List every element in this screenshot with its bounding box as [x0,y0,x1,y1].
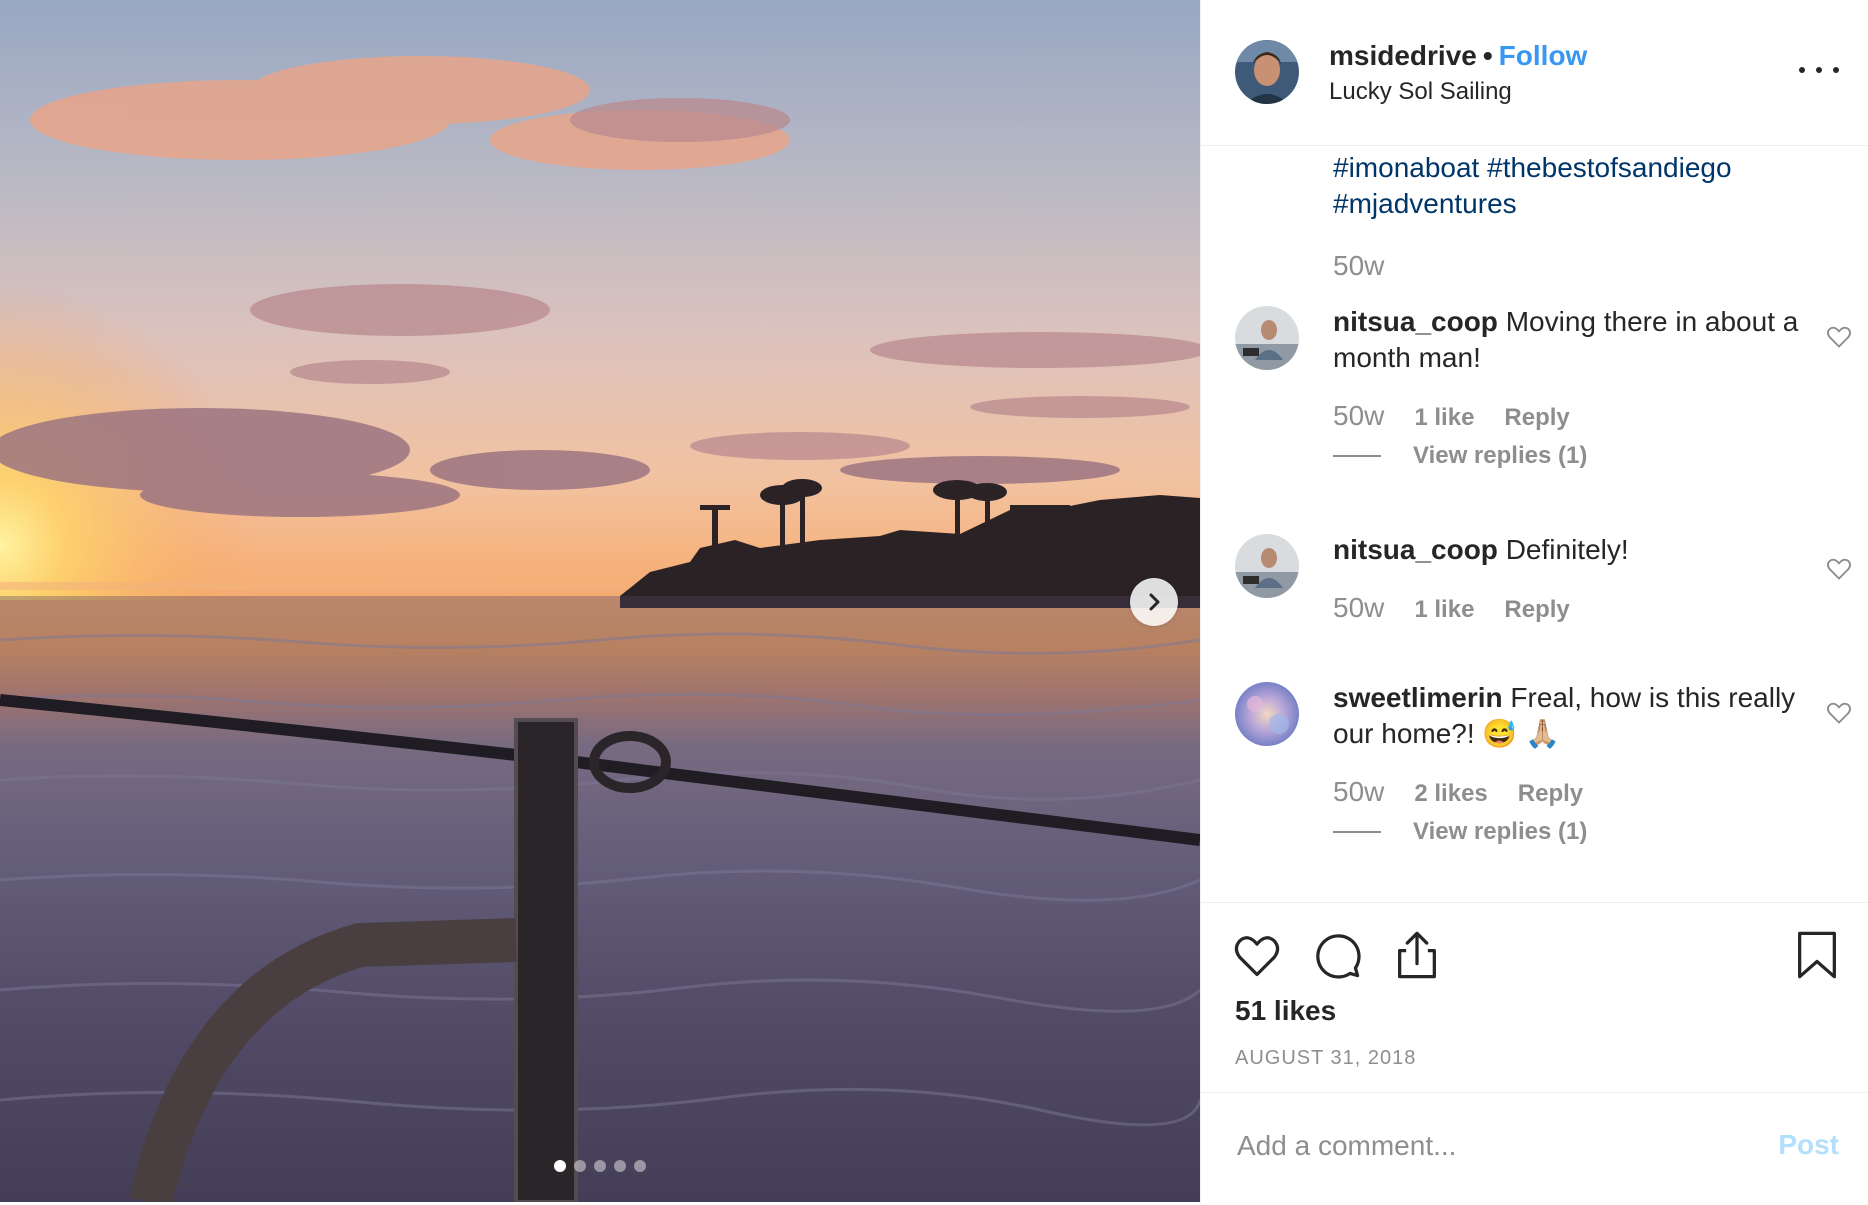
author-line: msidedrive • Follow [1329,40,1587,72]
follow-button[interactable]: Follow [1499,40,1588,71]
hashtag-link[interactable]: #thebestofsandiego [1487,152,1731,183]
comment-username[interactable]: nitsua_coop [1333,534,1498,565]
carousel-dot [634,1160,646,1172]
carousel-dot [594,1160,606,1172]
post-comment-button[interactable]: Post [1778,1129,1839,1161]
post-header: msidedrive • Follow Lucky Sol Sailing [1201,0,1868,146]
comment-username[interactable]: sweetlimerin [1333,682,1503,713]
commenter-avatar-image [1235,682,1299,746]
view-replies-label: View replies (1) [1413,442,1588,469]
view-replies-button[interactable]: View replies (1) [1333,442,1587,470]
commenter-avatar-image [1235,534,1299,598]
commenter-avatar[interactable] [1235,534,1299,598]
comment-text-block: nitsua_coop Definitely! [1333,532,1803,568]
comment-text-block: nitsua_coop Moving there in about a mont… [1333,304,1803,376]
view-replies-label: View replies (1) [1413,818,1588,845]
carousel-dot [554,1160,566,1172]
comment-icon[interactable] [1311,929,1363,981]
comment-item: nitsua_coop Moving there in about a mont… [1201,304,1868,564]
caption-hashtags: #imonaboat #thebestofsandiego #mjadventu… [1333,150,1793,222]
comment-input[interactable] [1235,1125,1739,1167]
comment-item: nitsua_coop Definitely! 50w 1 like Reply [1201,532,1868,672]
author-avatar[interactable] [1235,40,1299,104]
view-replies-button[interactable]: View replies (1) [1333,818,1587,846]
replies-divider [1333,831,1381,833]
chevron-right-icon [1149,593,1160,611]
carousel-indicator [554,1160,646,1172]
next-photo-button[interactable] [1130,578,1178,626]
comment-item: sweetlimerin Freal, how is this really o… [1201,680,1868,901]
comment-meta: 50w 2 likes Reply [1333,776,1613,808]
separator-dot: • [1482,40,1493,71]
share-icon[interactable] [1391,929,1443,981]
comment-text-block: sweetlimerin Freal, how is this really o… [1333,680,1803,752]
comment-like-heart-icon[interactable] [1825,322,1853,350]
comment-likes[interactable]: 1 like [1414,404,1474,432]
comment-likes[interactable]: 2 likes [1414,780,1487,808]
likes-count[interactable]: 51 likes [1235,995,1336,1027]
carousel-dot [574,1160,586,1172]
post-side-panel: msidedrive • Follow Lucky Sol Sailing #imo… [1200,0,1868,1204]
commenter-avatar-image [1235,306,1299,370]
bookmark-icon[interactable] [1791,929,1843,981]
reply-button[interactable]: Reply [1504,596,1569,624]
heart-icon[interactable] [1231,929,1283,981]
comment-likes[interactable]: 1 like [1414,596,1474,624]
comment-username[interactable]: nitsua_coop [1333,306,1498,337]
carousel-dot [614,1160,626,1172]
comment-time[interactable]: 50w [1333,776,1384,808]
commenter-avatar[interactable] [1235,682,1299,746]
author-username[interactable]: msidedrive [1329,40,1477,71]
comment-time[interactable]: 50w [1333,400,1384,432]
comment-time[interactable]: 50w [1333,592,1384,624]
author-avatar-image [1235,40,1299,104]
post-actions: 51 likes AUGUST 31, 2018 [1201,902,1868,1093]
comments-list[interactable]: #imonaboat #thebestofsandiego #mjadventu… [1201,146,1868,901]
post-media[interactable] [0,0,1200,1202]
more-options-icon[interactable] [1799,58,1839,82]
add-comment-bar: Post [1201,1092,1868,1205]
comment-meta: 50w 1 like Reply [1333,400,1600,432]
commenter-avatar[interactable] [1235,306,1299,370]
post-date[interactable]: AUGUST 31, 2018 [1235,1047,1416,1070]
comment-text: Definitely! [1505,534,1629,565]
post-location[interactable]: Lucky Sol Sailing [1329,78,1512,106]
comment-like-heart-icon[interactable] [1825,554,1853,582]
comment-like-heart-icon[interactable] [1825,698,1853,726]
hashtag-link[interactable]: #imonaboat [1333,152,1479,183]
reply-button[interactable]: Reply [1518,780,1583,808]
hashtag-link[interactable]: #mjadventures [1333,188,1517,219]
replies-divider [1333,455,1381,457]
caption-time[interactable]: 50w [1333,250,1384,282]
comment-meta: 50w 1 like Reply [1333,592,1600,624]
sunset-photo [0,56,1200,1202]
instagram-post: msidedrive • Follow Lucky Sol Sailing #imo… [0,0,1868,1204]
reply-button[interactable]: Reply [1504,404,1569,432]
